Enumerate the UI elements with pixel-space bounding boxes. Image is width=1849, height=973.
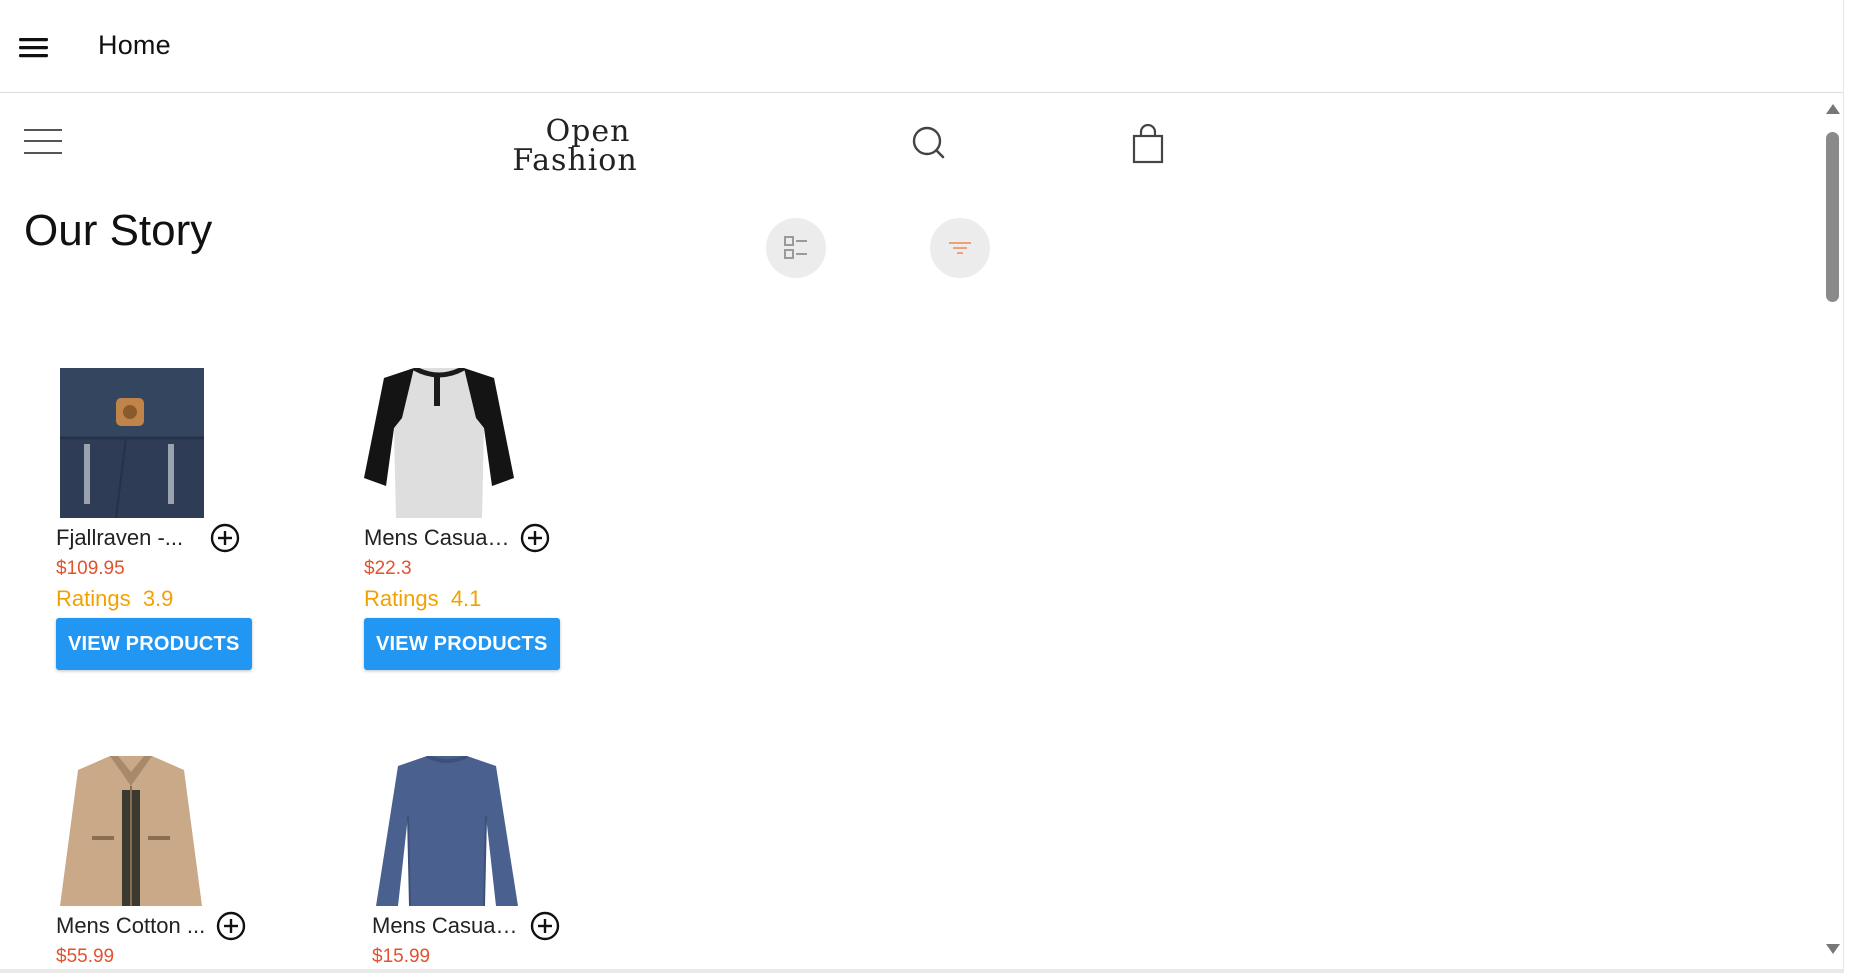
add-circle-icon[interactable]	[216, 911, 246, 941]
list-view-icon	[784, 236, 807, 259]
list-view-toggle-button[interactable]	[766, 218, 826, 278]
product-name[interactable]: Mens Casual ...	[372, 913, 522, 939]
open-fashion-logo[interactable]: Open Fashion	[510, 117, 640, 178]
product-price: $109.95	[56, 558, 125, 579]
product-name[interactable]: Fjallraven -...	[56, 525, 206, 551]
view-products-button[interactable]: VIEW PRODUCTS	[56, 618, 252, 670]
add-circle-icon[interactable]	[210, 523, 240, 553]
product-rating: Ratings 3.9	[56, 586, 174, 611]
product-name[interactable]: Mens Casual ...	[364, 525, 514, 551]
scroll-up-arrow-icon[interactable]	[1826, 104, 1840, 114]
product-price: $22.3	[364, 558, 412, 579]
product-price: $55.99	[56, 946, 115, 967]
window-right-edge	[1843, 0, 1849, 973]
backpack-image[interactable]	[56, 368, 206, 518]
shopping-bag-icon[interactable]	[1130, 124, 1166, 164]
app-window: Home Open Fashion Our Story Fjallraven -…	[0, 0, 1849, 973]
vertical-scrollbar[interactable]	[1823, 94, 1843, 973]
product-price: $15.99	[372, 946, 431, 967]
product-name[interactable]: Mens Cotton ...	[56, 913, 206, 939]
hamburger-menu-icon[interactable]	[19, 36, 49, 60]
window-bottom-edge	[0, 969, 1843, 973]
logo-line-2: Fashion	[512, 142, 638, 178]
add-circle-icon[interactable]	[520, 523, 550, 553]
filter-icon	[949, 242, 971, 254]
cotton-jacket-image[interactable]	[56, 756, 206, 906]
scrollbar-thumb[interactable]	[1826, 132, 1839, 302]
app-bar: Home	[0, 0, 1843, 93]
product-rating: Ratings 4.1	[364, 586, 482, 611]
view-products-button[interactable]: VIEW PRODUCTS	[364, 618, 560, 670]
add-circle-icon[interactable]	[530, 911, 560, 941]
raglan-tshirt-image[interactable]	[364, 368, 514, 518]
slim-fit-longsleeve-image[interactable]	[372, 756, 522, 906]
content-viewport: Open Fashion Our Story Fjallraven -... $…	[0, 94, 1823, 973]
menu-lines-icon[interactable]	[24, 128, 64, 156]
app-bar-title: Home	[98, 30, 171, 60]
filter-button[interactable]	[930, 218, 990, 278]
search-icon[interactable]	[910, 124, 948, 162]
scroll-down-arrow-icon[interactable]	[1826, 944, 1840, 954]
page-title: Our Story	[24, 206, 213, 255]
